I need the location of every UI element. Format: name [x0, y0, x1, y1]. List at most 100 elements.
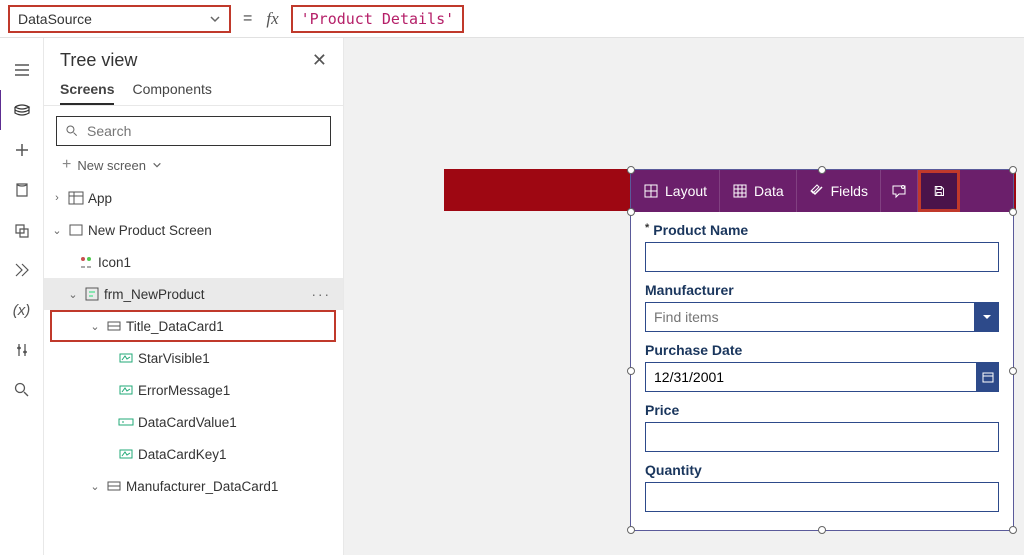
toolbar-data[interactable]: Data — [720, 170, 797, 212]
plus-icon: + — [62, 156, 71, 174]
chevron-down-icon — [152, 160, 162, 170]
rail-search[interactable] — [0, 370, 44, 410]
selection-handle[interactable] — [627, 367, 635, 375]
formula-value-wrap[interactable]: 'Product Details' — [291, 5, 465, 33]
rail-hamburger[interactable] — [0, 50, 44, 90]
tree-node-screen[interactable]: ⌄ New Product Screen — [44, 214, 343, 246]
tree-node-datacardkey[interactable]: DataCardKey1 — [44, 438, 343, 470]
layout-icon — [643, 183, 659, 199]
purchase-date-label: Purchase Date — [645, 342, 999, 358]
form-body: *Product Name Manufacturer Purchase Date — [631, 212, 1013, 530]
field-price: Price — [645, 402, 999, 452]
property-dropdown[interactable]: DataSource — [8, 5, 231, 33]
fx-symbol: fx — [264, 9, 282, 29]
search-input[interactable] — [56, 116, 331, 146]
calendar-icon — [982, 371, 994, 383]
selection-handle[interactable] — [1009, 367, 1017, 375]
form-icon — [84, 286, 100, 302]
tree-node-manufacturer-datacard[interactable]: ⌄ Manufacturer_DataCard1 — [44, 470, 343, 502]
rail-data[interactable] — [0, 170, 44, 210]
tab-screens[interactable]: Screens — [60, 81, 114, 105]
search-field[interactable] — [87, 123, 322, 139]
tree-node-starvisible[interactable]: StarVisible1 — [44, 342, 343, 374]
icon-icon — [78, 254, 94, 270]
label-icon — [118, 382, 134, 398]
new-screen-button[interactable]: + New screen — [44, 152, 343, 182]
selection-handle[interactable] — [627, 166, 635, 174]
more-icon[interactable]: ··· — [312, 287, 332, 302]
product-name-input[interactable] — [645, 242, 999, 272]
rail-advanced-tools[interactable] — [0, 330, 44, 370]
selection-handle[interactable] — [818, 166, 826, 174]
form-control[interactable]: Layout Data Fields *P — [630, 169, 1014, 531]
chevron-down-icon: ⌄ — [66, 287, 80, 301]
chevron-down-icon: ⌄ — [88, 479, 102, 493]
formula-bar: DataSource = fx 'Product Details' — [0, 0, 1024, 38]
tree-node-icon1[interactable]: Icon1 — [44, 246, 343, 278]
toolbar-save[interactable] — [918, 170, 960, 212]
property-name: DataSource — [18, 11, 92, 27]
equals-sign: = — [239, 10, 256, 28]
selection-handle[interactable] — [627, 208, 635, 216]
data-icon — [732, 183, 748, 199]
tree-panel: Tree view ✕ Screens Components + New scr… — [44, 38, 344, 555]
manufacturer-label: Manufacturer — [645, 282, 999, 298]
tree-node-title-datacard[interactable]: ⌄ Title_DataCard1 — [44, 310, 343, 342]
form-toolbar: Layout Data Fields — [631, 170, 1013, 212]
field-purchase-date: Purchase Date — [645, 342, 999, 392]
selection-handle[interactable] — [627, 526, 635, 534]
left-rail: (x) — [0, 38, 44, 555]
chevron-right-icon: › — [50, 191, 64, 205]
rail-media[interactable] — [0, 210, 44, 250]
tree-body: › App ⌄ New Product Screen Icon1 ⌄ frm_N… — [44, 182, 343, 555]
rail-power-automate[interactable] — [0, 250, 44, 290]
quantity-input[interactable] — [645, 482, 999, 512]
toolbar-comment[interactable] — [881, 170, 918, 212]
date-picker-button[interactable] — [977, 362, 999, 392]
comment-icon — [891, 183, 907, 199]
required-star: * — [645, 222, 649, 234]
price-label: Price — [645, 402, 999, 418]
fields-icon — [809, 183, 825, 199]
manufacturer-input[interactable] — [645, 302, 975, 332]
app-icon — [68, 190, 84, 206]
purchase-date-input[interactable] — [645, 362, 977, 392]
quantity-label: Quantity — [645, 462, 999, 478]
rail-variables[interactable]: (x) — [0, 290, 44, 330]
price-input[interactable] — [645, 422, 999, 452]
rail-tree-view[interactable] — [0, 90, 42, 130]
tab-components[interactable]: Components — [132, 81, 211, 105]
selection-handle[interactable] — [1009, 526, 1017, 534]
datacard-icon — [106, 318, 122, 334]
formula-value: 'Product Details' — [301, 10, 455, 28]
chevron-down-icon: ⌄ — [50, 223, 64, 237]
product-name-label: *Product Name — [645, 222, 999, 238]
chevron-down-icon — [209, 13, 221, 25]
screen-icon — [68, 222, 84, 238]
tree-title: Tree view — [60, 50, 137, 71]
tree-node-datacardvalue[interactable]: DataCardValue1 — [44, 406, 343, 438]
label-icon — [118, 350, 134, 366]
field-product-name: *Product Name — [645, 222, 999, 272]
toolbar-fields[interactable]: Fields — [797, 170, 881, 212]
chevron-down-icon: ⌄ — [88, 319, 102, 333]
search-icon — [65, 124, 79, 138]
toolbar-layout[interactable]: Layout — [631, 170, 720, 212]
rail-insert[interactable] — [0, 130, 44, 170]
close-icon[interactable]: ✕ — [312, 50, 327, 71]
textinput-icon — [118, 414, 134, 430]
manufacturer-dropdown-button[interactable] — [975, 302, 999, 332]
datacard-icon — [106, 478, 122, 494]
selection-handle[interactable] — [1009, 166, 1017, 174]
label-icon — [118, 446, 134, 462]
tree-node-errormessage[interactable]: ErrorMessage1 — [44, 374, 343, 406]
selection-handle[interactable] — [1009, 208, 1017, 216]
save-icon — [933, 183, 945, 199]
field-quantity: Quantity — [645, 462, 999, 512]
field-manufacturer: Manufacturer — [645, 282, 999, 332]
canvas[interactable]: Layout Data Fields *P — [344, 38, 1024, 555]
tree-node-app[interactable]: › App — [44, 182, 343, 214]
tree-node-form[interactable]: ⌄ frm_NewProduct ··· — [44, 278, 343, 310]
chevron-down-icon — [981, 311, 993, 323]
selection-handle[interactable] — [818, 526, 826, 534]
